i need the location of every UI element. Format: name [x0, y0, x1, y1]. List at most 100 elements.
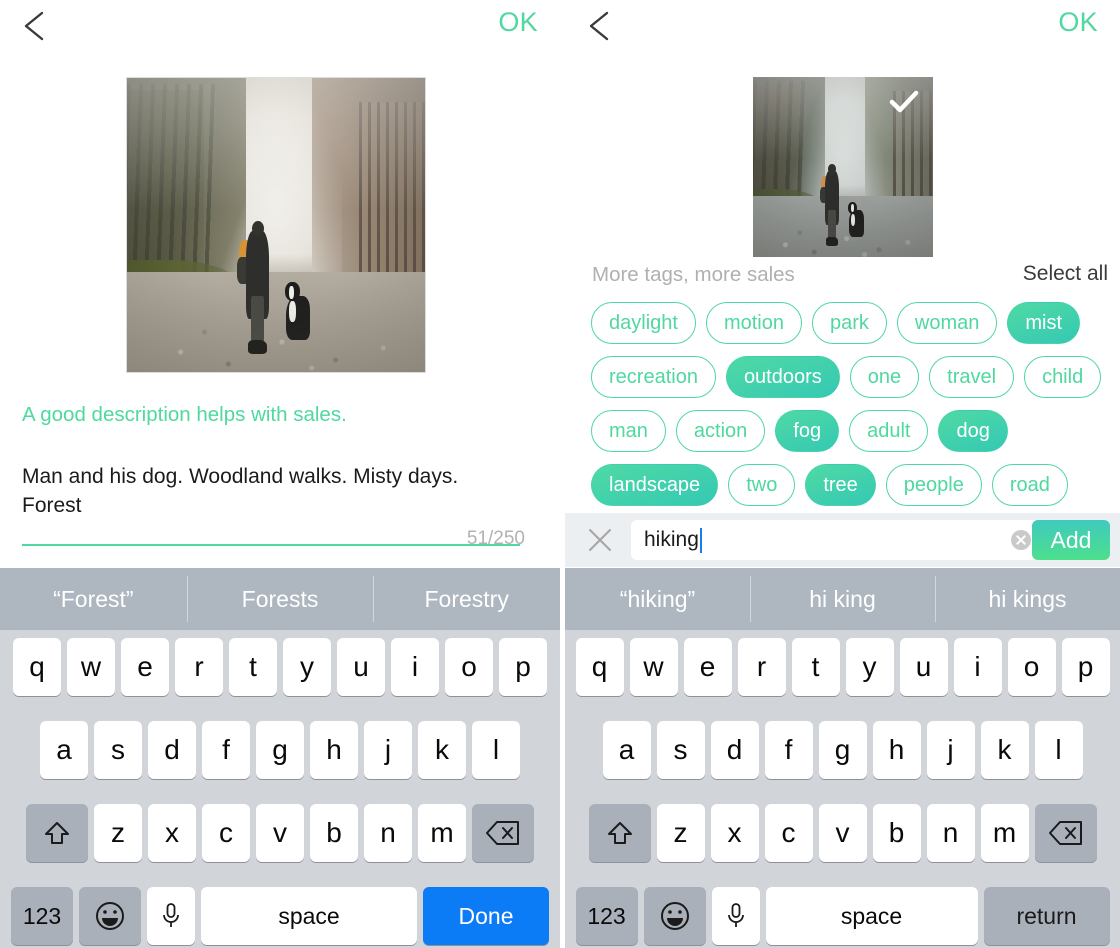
key-x[interactable]: x: [148, 804, 196, 862]
close-x-icon[interactable]: [587, 527, 613, 553]
key-r[interactable]: r: [175, 638, 223, 696]
tag-text-input[interactable]: hiking: [631, 520, 1041, 560]
key-p[interactable]: p: [499, 638, 547, 696]
key-q[interactable]: q: [13, 638, 61, 696]
key-t[interactable]: t: [229, 638, 277, 696]
key-m[interactable]: m: [980, 804, 1029, 862]
tag-park[interactable]: park: [811, 302, 887, 344]
key-x[interactable]: x: [710, 804, 759, 862]
microphone-key[interactable]: [711, 887, 760, 945]
suggestion-2[interactable]: Forestry: [373, 568, 560, 630]
key-u[interactable]: u: [337, 638, 385, 696]
numbers-key[interactable]: 123: [11, 887, 73, 945]
key-g[interactable]: g: [818, 721, 867, 779]
tag-action[interactable]: action: [675, 410, 766, 452]
shift-key[interactable]: [26, 804, 88, 862]
key-z[interactable]: z: [94, 804, 142, 862]
photo-thumbnail[interactable]: [753, 77, 933, 257]
key-e[interactable]: e: [121, 638, 169, 696]
key-v[interactable]: v: [818, 804, 867, 862]
key-o[interactable]: o: [445, 638, 493, 696]
key-n[interactable]: n: [926, 804, 975, 862]
key-i[interactable]: i: [391, 638, 439, 696]
ok-button[interactable]: OK: [498, 7, 538, 38]
key-f[interactable]: f: [764, 721, 813, 779]
key-w[interactable]: w: [67, 638, 115, 696]
tag-road[interactable]: road: [991, 464, 1068, 506]
key-k[interactable]: k: [418, 721, 466, 779]
key-p[interactable]: p: [1061, 638, 1110, 696]
photo-preview[interactable]: [126, 77, 426, 373]
tag-adult[interactable]: adult: [849, 410, 929, 452]
tag-one[interactable]: one: [849, 356, 920, 398]
tag-daylight[interactable]: daylight: [591, 302, 696, 344]
key-e[interactable]: e: [683, 638, 732, 696]
tag-man[interactable]: man: [591, 410, 666, 452]
key-a[interactable]: a: [602, 721, 651, 779]
tag-two[interactable]: two: [728, 464, 796, 506]
key-r[interactable]: r: [737, 638, 786, 696]
back-chevron-icon[interactable]: [583, 8, 617, 44]
key-k[interactable]: k: [980, 721, 1029, 779]
shift-key[interactable]: [588, 804, 651, 862]
key-i[interactable]: i: [953, 638, 1002, 696]
suggestion-0[interactable]: “Forest”: [0, 568, 187, 630]
back-chevron-icon[interactable]: [18, 8, 52, 44]
key-b[interactable]: b: [310, 804, 358, 862]
suggestion-1[interactable]: hi king: [750, 568, 935, 630]
key-f[interactable]: f: [202, 721, 250, 779]
key-s[interactable]: s: [656, 721, 705, 779]
numbers-key[interactable]: 123: [575, 887, 638, 945]
key-a[interactable]: a: [40, 721, 88, 779]
tag-dog[interactable]: dog: [938, 410, 1008, 452]
emoji-key[interactable]: [79, 887, 141, 945]
tag-outdoors[interactable]: outdoors: [725, 356, 840, 398]
key-d[interactable]: d: [710, 721, 759, 779]
key-h[interactable]: h: [310, 721, 358, 779]
backspace-key[interactable]: [472, 804, 534, 862]
key-w[interactable]: w: [629, 638, 678, 696]
key-u[interactable]: u: [899, 638, 948, 696]
key-v[interactable]: v: [256, 804, 304, 862]
microphone-key[interactable]: [147, 887, 195, 945]
emoji-key[interactable]: [643, 887, 706, 945]
key-z[interactable]: z: [656, 804, 705, 862]
key-o[interactable]: o: [1007, 638, 1056, 696]
tag-woman[interactable]: woman: [896, 302, 998, 344]
key-d[interactable]: d: [148, 721, 196, 779]
space-key[interactable]: space: [765, 887, 978, 945]
done-key[interactable]: Done: [423, 887, 549, 945]
key-y[interactable]: y: [845, 638, 894, 696]
backspace-key[interactable]: [1034, 804, 1097, 862]
tag-travel[interactable]: travel: [929, 356, 1015, 398]
key-j[interactable]: j: [926, 721, 975, 779]
key-n[interactable]: n: [364, 804, 412, 862]
select-all-button[interactable]: Select all: [1023, 262, 1108, 286]
ok-button[interactable]: OK: [1058, 7, 1098, 38]
key-j[interactable]: j: [364, 721, 412, 779]
tag-tree[interactable]: tree: [805, 464, 876, 506]
key-b[interactable]: b: [872, 804, 921, 862]
tag-mist[interactable]: mist: [1007, 302, 1081, 344]
tag-landscape[interactable]: landscape: [591, 464, 719, 506]
clear-circle-icon[interactable]: [1011, 530, 1031, 550]
tag-people[interactable]: people: [885, 464, 982, 506]
suggestion-2[interactable]: hi kings: [935, 568, 1120, 630]
return-key[interactable]: return: [983, 887, 1110, 945]
key-q[interactable]: q: [575, 638, 624, 696]
space-key[interactable]: space: [201, 887, 417, 945]
key-l[interactable]: l: [1034, 721, 1083, 779]
key-h[interactable]: h: [872, 721, 921, 779]
tag-fog[interactable]: fog: [775, 410, 840, 452]
tag-child[interactable]: child: [1024, 356, 1102, 398]
add-tag-button[interactable]: Add: [1032, 520, 1110, 560]
suggestion-0[interactable]: “hiking”: [565, 568, 750, 630]
tag-motion[interactable]: motion: [705, 302, 802, 344]
key-t[interactable]: t: [791, 638, 840, 696]
key-m[interactable]: m: [418, 804, 466, 862]
tag-recreation[interactable]: recreation: [591, 356, 716, 398]
key-l[interactable]: l: [472, 721, 520, 779]
key-c[interactable]: c: [202, 804, 250, 862]
description-input[interactable]: Man and his dog. Woodland walks. Misty d…: [22, 462, 522, 520]
key-g[interactable]: g: [256, 721, 304, 779]
